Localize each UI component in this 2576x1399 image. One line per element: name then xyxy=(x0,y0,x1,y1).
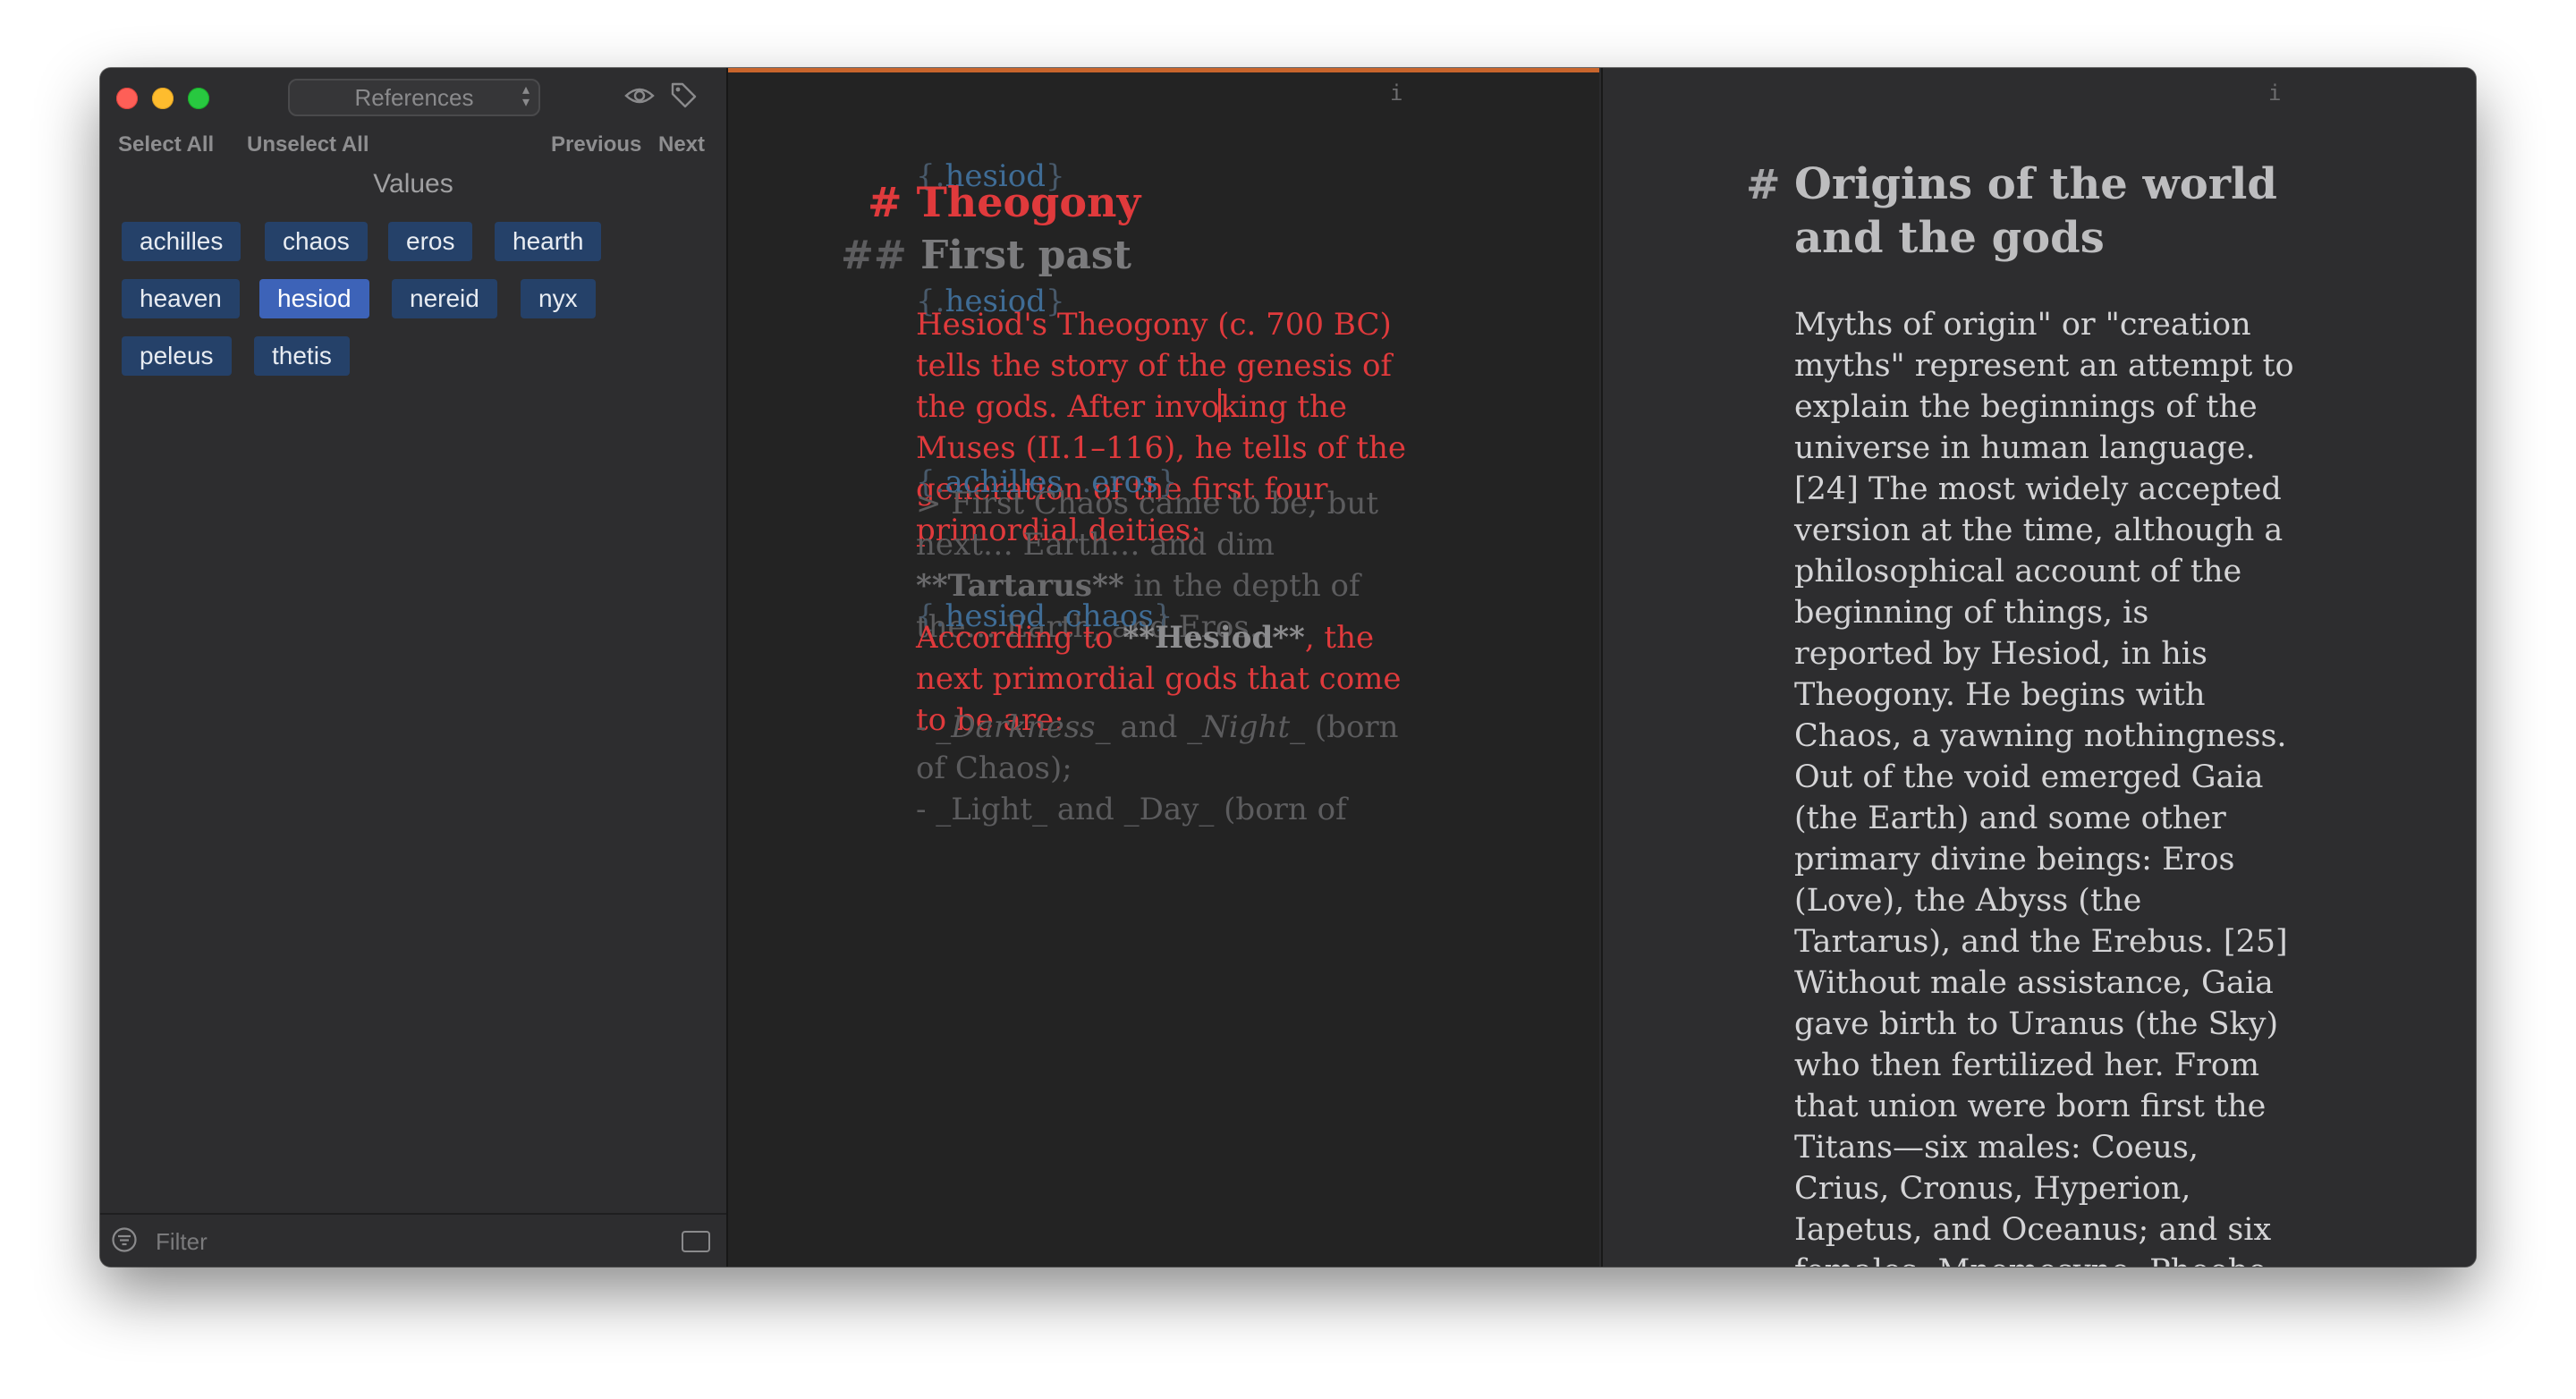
select-all-button[interactable]: Select All xyxy=(118,127,214,163)
preview-body: Myths of origin" or "creation myths" rep… xyxy=(1794,307,2294,1267)
chip-achilles[interactable]: achilles xyxy=(122,222,242,261)
editor-list-item: - _Light_ and _Day_ (born of xyxy=(916,792,1347,827)
panel-toggle-icon[interactable] xyxy=(682,1231,710,1252)
minimize-window-button[interactable] xyxy=(152,88,174,109)
values-heading: Values xyxy=(373,169,453,199)
editor-heading-1: # Theogony xyxy=(868,178,1141,226)
chip-nyx[interactable]: nyx xyxy=(521,279,596,318)
filter-bar xyxy=(100,1213,726,1267)
references-dropdown[interactable]: References ▴ ▾ xyxy=(288,79,540,116)
preview-title: Origins of the world and the gods xyxy=(1794,159,2277,263)
editor-pane[interactable]: i {.hesiod} # Theogony ## First past {.h… xyxy=(728,68,1599,1267)
chip-chaos[interactable]: chaos xyxy=(265,222,368,261)
chip-heaven[interactable]: heaven xyxy=(122,279,240,318)
tag-icon[interactable] xyxy=(669,81,698,109)
chip-eros[interactable]: eros xyxy=(388,222,473,261)
eye-icon[interactable] xyxy=(624,84,655,107)
chip-hesiod[interactable]: hesiod xyxy=(259,279,369,318)
filter-icon xyxy=(112,1227,137,1252)
active-pane-indicator xyxy=(728,68,1599,72)
app-window: References ▴ ▾ Select All Unselect All Pr… xyxy=(100,68,2476,1267)
close-window-button[interactable] xyxy=(116,88,138,109)
preview-heading-marker: # xyxy=(1746,160,1781,208)
chip-nereid[interactable]: nereid xyxy=(392,279,497,318)
editor-info-button[interactable]: i xyxy=(1390,81,1402,106)
filter-input[interactable] xyxy=(154,1224,658,1259)
sidebar: References ▴ ▾ Select All Unselect All Pr… xyxy=(100,68,728,1267)
chevron-updown-icon: ▴ ▾ xyxy=(521,82,530,110)
chip-thetis[interactable]: thetis xyxy=(254,336,350,376)
title-bar: References ▴ ▾ xyxy=(100,68,726,122)
chip-hearth[interactable]: hearth xyxy=(495,222,602,261)
previous-button[interactable]: Previous xyxy=(551,127,641,163)
references-dropdown-label: References xyxy=(354,84,474,111)
editor-list-item: - _Darkness_ and _Night_ (born of Chaos)… xyxy=(916,709,1399,786)
editor-heading-2: ## First past xyxy=(841,233,1131,278)
preview-info-button[interactable]: i xyxy=(2268,81,2281,106)
selection-toolbar: Select All Unselect All Previous Next xyxy=(100,127,726,163)
unselect-all-button[interactable]: Unselect All xyxy=(247,127,369,163)
next-button[interactable]: Next xyxy=(658,127,705,163)
zoom-window-button[interactable] xyxy=(188,88,209,109)
preview-pane: i # Origins of the world and the gods My… xyxy=(1601,68,2476,1267)
chip-peleus[interactable]: peleus xyxy=(122,336,232,376)
